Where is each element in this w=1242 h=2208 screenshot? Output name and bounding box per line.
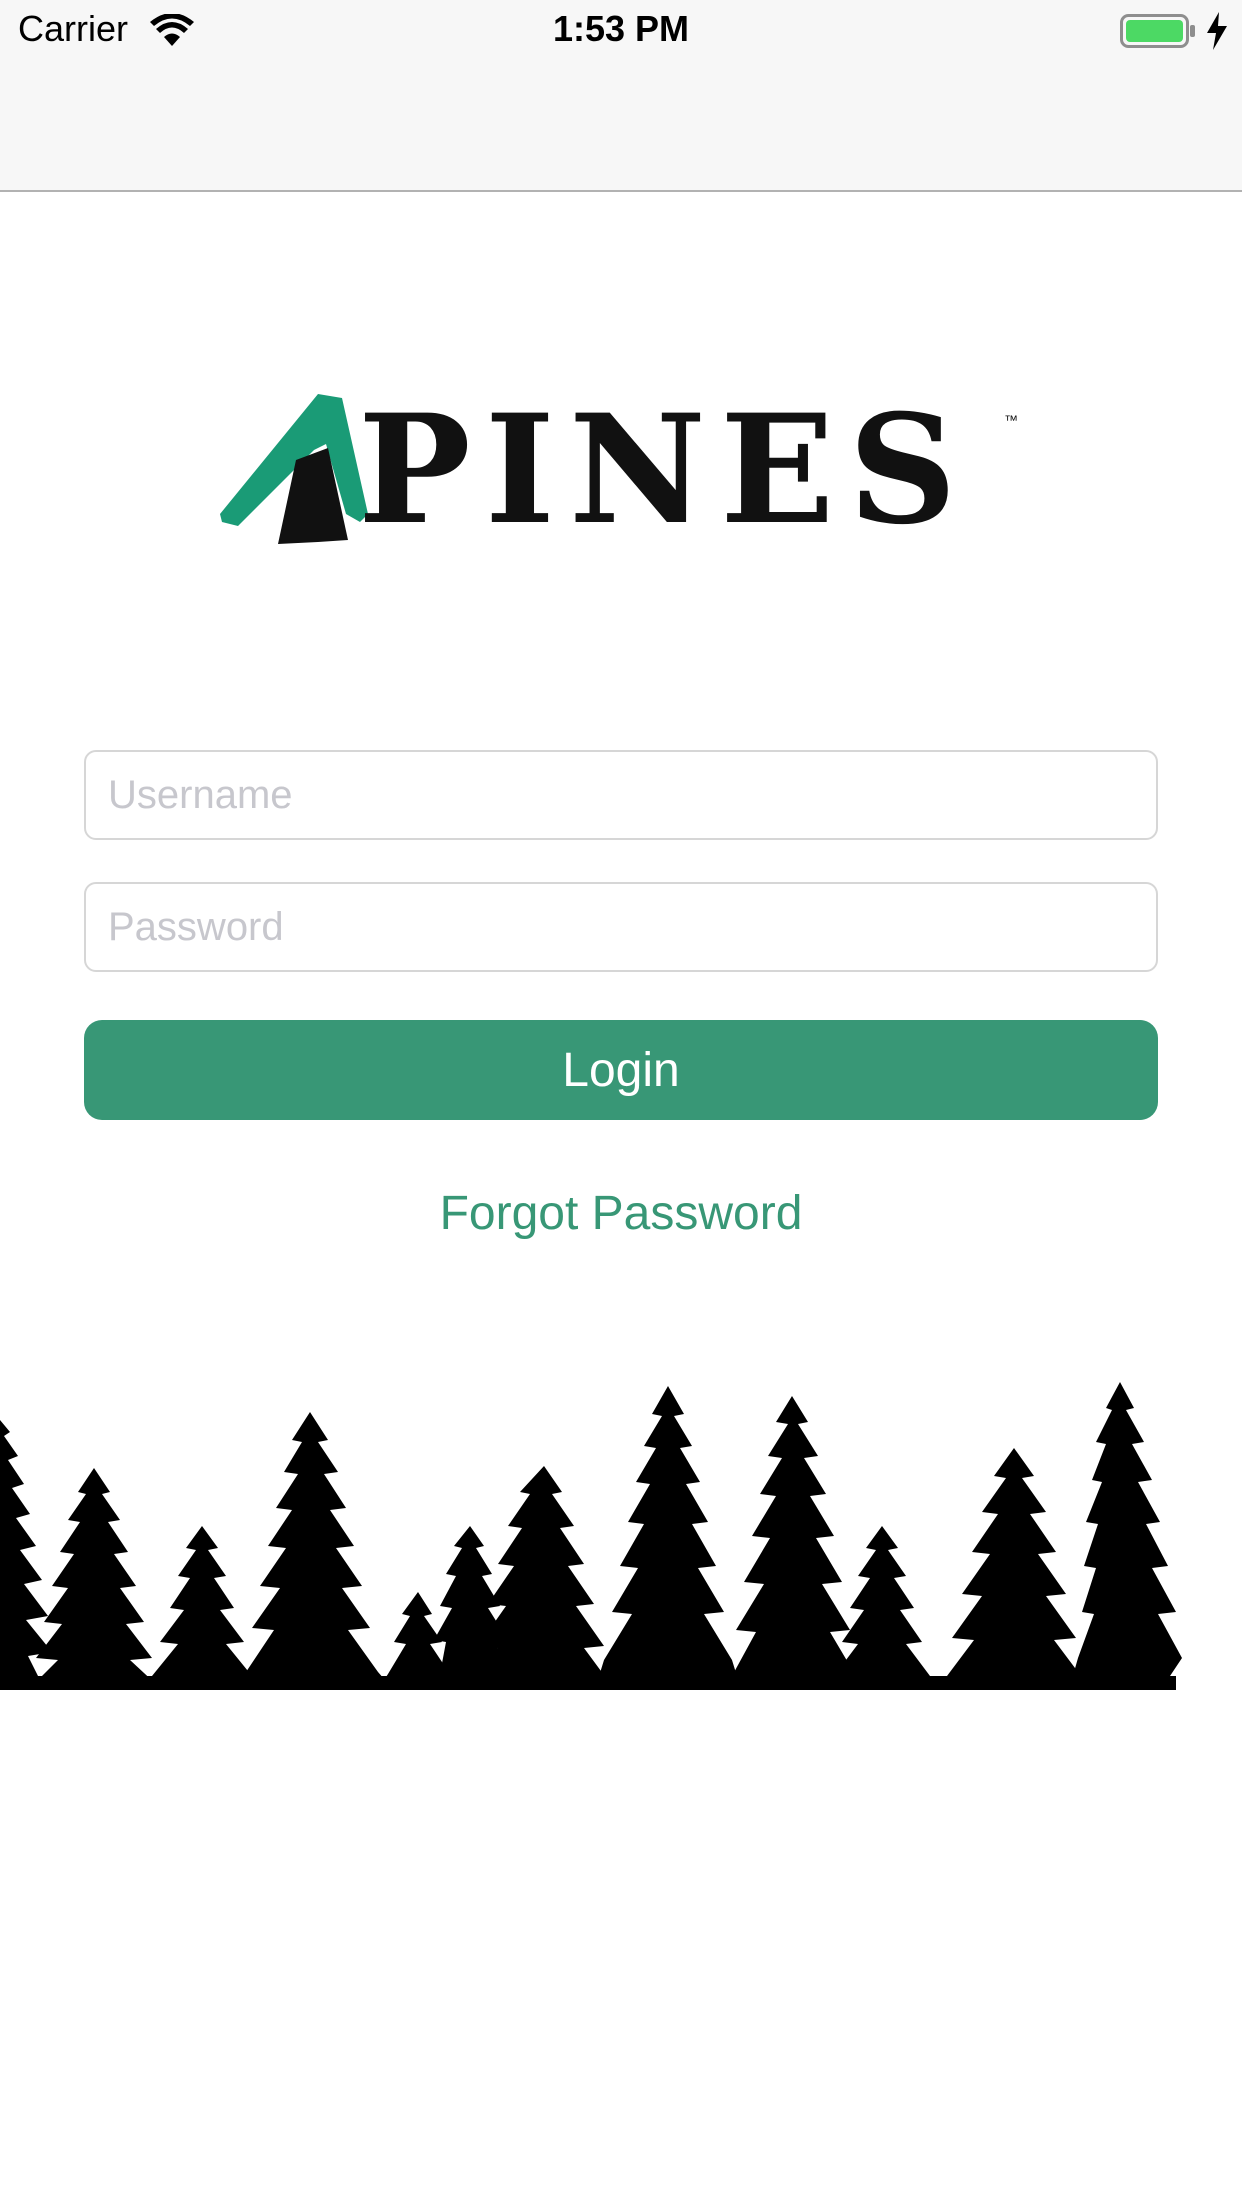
logo-wordmark: PINES xyxy=(358,382,971,558)
forgot-password-link[interactable]: Forgot Password xyxy=(0,1186,1242,1241)
pines-logo: PINES ™ xyxy=(218,390,1024,550)
status-and-nav-bar: Carrier 1:53 PM xyxy=(0,0,1242,192)
login-button[interactable]: Login xyxy=(84,1020,1158,1120)
pine-trees-illustration xyxy=(0,1382,1182,1690)
status-time: 1:53 PM xyxy=(552,8,690,49)
password-field[interactable] xyxy=(84,882,1158,972)
trademark-symbol: ™ xyxy=(1004,412,1018,428)
tent-mark-icon xyxy=(220,394,368,544)
battery-charging-icon xyxy=(1120,14,1195,48)
password-input[interactable] xyxy=(86,884,1156,970)
charging-bolt-icon xyxy=(1207,12,1227,50)
username-input[interactable] xyxy=(86,752,1156,838)
username-field[interactable] xyxy=(84,750,1158,840)
